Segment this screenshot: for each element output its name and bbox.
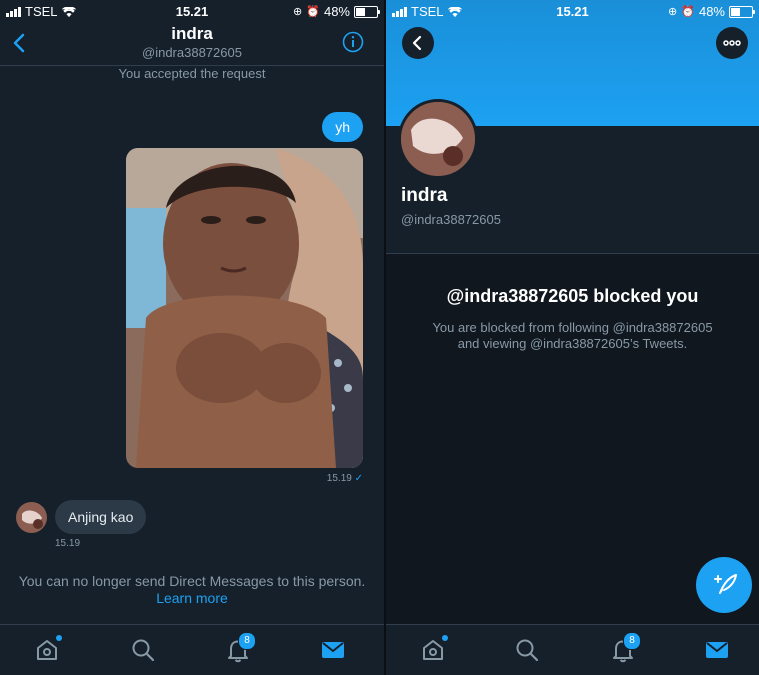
tab-messages[interactable]: [704, 637, 730, 663]
dm-screen: TSEL 15.21 ⊕ ⏰ 48% indra @indra38872605 …: [0, 0, 384, 675]
lock-rotation-icon: ⊕: [668, 6, 678, 18]
compose-icon: [714, 574, 737, 594]
profile-name: indra: [401, 185, 448, 206]
tab-messages[interactable]: [320, 637, 346, 663]
shared-photo[interactable]: [126, 148, 363, 468]
more-icon: [723, 40, 741, 46]
battery-percent: 48%: [698, 4, 725, 19]
status-bar: TSEL 15.21 ⊕ ⏰ 48%: [386, 0, 759, 22]
compose-tweet-button[interactable]: [696, 557, 752, 613]
lock-rotation-icon: ⊕: [293, 6, 303, 18]
tab-home[interactable]: [34, 635, 62, 663]
mail-icon: [322, 642, 344, 658]
mail-icon: [706, 642, 728, 658]
profile-handle: @indra38872605: [401, 212, 501, 227]
tab-search[interactable]: [514, 637, 540, 663]
dm-header: indra @indra38872605: [0, 22, 384, 66]
system-note: You accepted the request: [118, 66, 266, 81]
more-button[interactable]: [716, 27, 748, 59]
alarm-icon: ⏰: [306, 6, 320, 18]
home-new-dot: [442, 635, 448, 641]
info-icon[interactable]: [342, 31, 364, 53]
conversation-handle: @indra38872605: [142, 45, 242, 60]
alarm-icon: ⏰: [681, 6, 695, 18]
profile-screen: TSEL 15.21 ⊕ ⏰ 48% indra @indra38872605 …: [386, 0, 759, 675]
conversation-name: indra: [171, 24, 213, 43]
search-icon: [516, 639, 539, 662]
status-bar: TSEL 15.21 ⊕ ⏰ 48%: [0, 0, 384, 22]
notification-badge: 8: [623, 632, 641, 650]
profile-avatar[interactable]: [398, 99, 478, 179]
learn-more-link[interactable]: Learn more: [156, 590, 228, 606]
battery-icon: [354, 5, 380, 18]
notification-badge: 8: [238, 632, 256, 650]
received-message-bubble[interactable]: Anjing kao: [55, 500, 147, 534]
received-timestamp: 15.19: [55, 538, 81, 549]
read-check-icon: ✓: [354, 473, 363, 484]
tab-notifications[interactable]: 8: [610, 632, 641, 663]
battery-icon: [729, 5, 755, 18]
battery-percent: 48%: [323, 4, 350, 19]
tab-home[interactable]: [420, 635, 448, 663]
back-button[interactable]: [402, 27, 434, 59]
dm-disabled-notice: You can no longer send Direct Messages t…: [18, 573, 366, 606]
screenshot-pair: TSEL 15.21 ⊕ ⏰ 48% indra @indra38872605 …: [0, 0, 759, 675]
home-icon: [423, 640, 443, 660]
sent-timestamp: 15.19 ✓: [326, 473, 363, 484]
blocked-title: @indra38872605 blocked you: [446, 286, 699, 306]
back-icon: [412, 35, 422, 51]
home-icon: [37, 640, 57, 660]
tab-bar: 8: [0, 624, 384, 675]
blocked-description: You are blocked from following @indra388…: [432, 320, 713, 351]
photo-image: [126, 148, 363, 468]
tab-search[interactable]: [130, 637, 156, 663]
avatar[interactable]: [16, 502, 47, 533]
tab-bar: 8: [386, 624, 759, 675]
search-icon: [132, 639, 155, 662]
tab-notifications[interactable]: 8: [225, 632, 256, 663]
home-new-dot: [56, 635, 62, 641]
sent-message-bubble[interactable]: yh: [322, 112, 363, 142]
